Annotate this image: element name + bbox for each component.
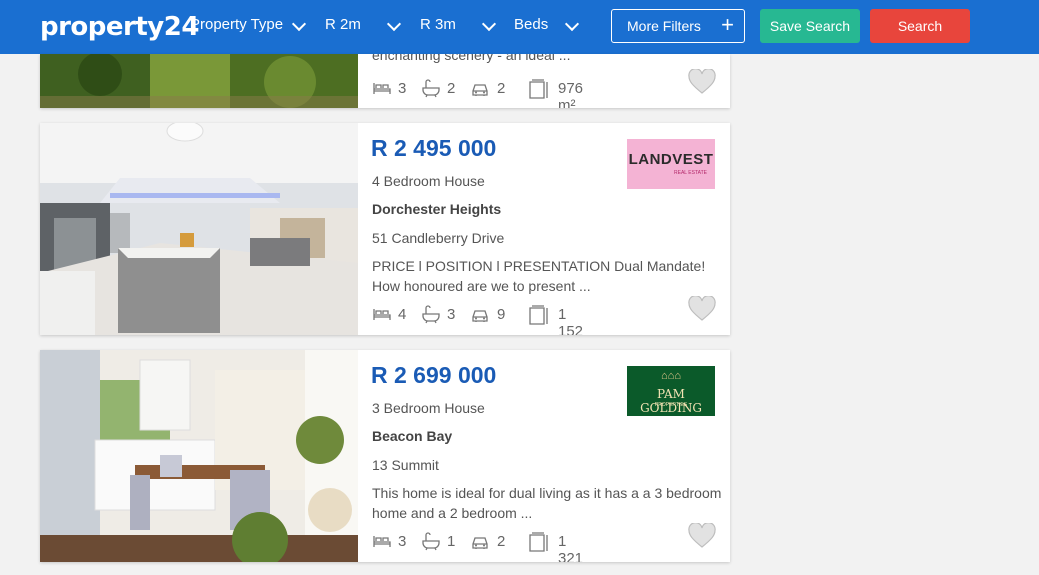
max-price-filter[interactable]: R 3m (420, 16, 456, 33)
property-type-filter[interactable]: Property Type (190, 16, 283, 33)
floor-size: 976 m² (558, 80, 584, 108)
plus-icon: + (721, 12, 734, 37)
property-type: 4 Bedroom House (372, 173, 485, 189)
listing-address: 51 Candleberry Drive (372, 230, 505, 246)
parking-count: 2 (497, 80, 506, 97)
parking-count: 9 (497, 306, 506, 323)
bathroom-count: 3 (447, 306, 456, 323)
bed-icon (373, 309, 391, 320)
bath-icon (422, 305, 440, 324)
bed-icon (373, 83, 391, 94)
listing-photo[interactable] (40, 350, 358, 562)
house-crest-icon: ⌂⌂⌂ (661, 370, 681, 382)
agency-logo-pam-golding[interactable]: ⌂⌂⌂ PAM GOLDING PROPERTIES (627, 366, 715, 416)
floor-size-icon (529, 79, 548, 99)
listing-description: PRICE l POSITION l PRESENTATION Dual Man… (372, 258, 706, 294)
property24-logo[interactable]: property24 (40, 12, 199, 42)
bathroom-count: 1 (447, 533, 456, 550)
chevron-down-icon[interactable] (481, 16, 497, 32)
listing-card[interactable]: enchanting scenery - an ideal ... 3 2 2 … (40, 54, 730, 108)
car-icon (472, 310, 488, 322)
chevron-down-icon[interactable] (291, 16, 307, 32)
parking-count: 2 (497, 533, 506, 550)
listing-suburb: Beacon Bay (372, 428, 453, 444)
heart-icon[interactable] (688, 296, 716, 322)
listing-photo[interactable] (40, 54, 358, 108)
car-icon (472, 537, 488, 549)
listing-description: This home is ideal for dual living as it… (372, 485, 722, 521)
heart-icon[interactable] (688, 523, 716, 549)
bath-icon (422, 532, 440, 551)
car-icon (472, 84, 488, 96)
bed-icon (373, 536, 391, 547)
bathroom-count: 2 (447, 80, 456, 97)
save-search-button[interactable]: Save Search (760, 9, 860, 43)
more-filters-label: More Filters (627, 18, 701, 34)
heart-icon[interactable] (688, 69, 716, 95)
min-price-filter[interactable]: R 2m (325, 16, 361, 33)
top-navigation-bar: property24 Property Type R 2m R 3m Beds … (0, 0, 1039, 54)
bath-icon (422, 79, 440, 98)
beds-filter[interactable]: Beds (514, 16, 548, 33)
bedroom-count: 4 (398, 306, 407, 323)
listing-address: 13 Summit (372, 457, 439, 473)
listing-price[interactable]: R 2 495 000 (371, 135, 496, 162)
listing-card[interactable]: R 2 495 000 4 Bedroom House Dorchester H… (40, 123, 730, 335)
agency-name: LANDVEST (628, 151, 714, 168)
listing-description: enchanting scenery - an ideal ... (372, 54, 571, 63)
listing-suburb: Dorchester Heights (372, 201, 502, 217)
floor-size-icon (529, 305, 548, 325)
floor-size: 1 321 m² (558, 533, 584, 562)
bedroom-count: 3 (398, 80, 407, 97)
listing-photo[interactable] (40, 123, 358, 335)
chevron-down-icon[interactable] (386, 16, 402, 32)
agency-name: PAM GOLDING (640, 387, 702, 415)
bedroom-count: 3 (398, 533, 407, 550)
agency-tagline: PROPERTIES (654, 402, 688, 408)
floor-size: 1 152 m² (558, 306, 584, 335)
agency-tagline: REAL ESTATE (674, 170, 707, 176)
listing-card[interactable]: R 2 699 000 3 Bedroom House Beacon Bay 1… (40, 350, 730, 562)
listing-price[interactable]: R 2 699 000 (371, 362, 496, 389)
agency-logo-landvest[interactable]: LANDVEST REAL ESTATE (627, 139, 715, 189)
property-type: 3 Bedroom House (372, 400, 485, 416)
search-button[interactable]: Search (870, 9, 970, 43)
chevron-down-icon[interactable] (564, 16, 580, 32)
floor-size-icon (529, 532, 548, 552)
more-filters-button[interactable]: More Filters + (611, 9, 745, 43)
